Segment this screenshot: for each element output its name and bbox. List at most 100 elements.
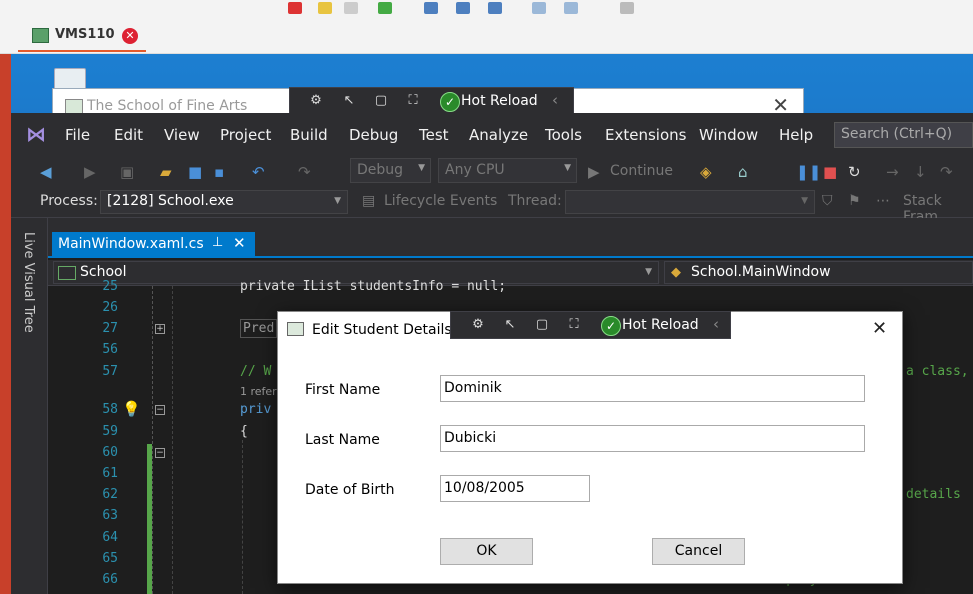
filter-icon[interactable]: ⛉ (822, 193, 833, 209)
date-of-birth-field[interactable]: 10/08/2005 (440, 475, 590, 502)
adorner-icon[interactable]: ▢ (532, 316, 552, 334)
hot-reload-icon[interactable]: ✓ (601, 316, 621, 336)
member-nav-select[interactable]: ◆ School.MainWindow (664, 261, 973, 284)
adorner-icon[interactable]: ▢ (371, 92, 391, 110)
menu-tools[interactable]: Tools (545, 126, 582, 144)
redo-icon[interactable]: ↷ (298, 163, 311, 181)
settings-icon[interactable] (488, 2, 502, 14)
pointer-icon[interactable]: ↖ (339, 92, 359, 110)
hot-reload-flame-icon[interactable]: ◈ (700, 163, 712, 181)
vm-tab-close-icon[interactable]: ✕ (122, 28, 138, 44)
collapsed-region[interactable]: Pred (240, 319, 278, 338)
menu-edit[interactable]: Edit (114, 126, 143, 144)
vm-tab[interactable]: VMS110 ✕ (18, 18, 146, 52)
record-icon[interactable] (288, 2, 302, 14)
open-folder-icon[interactable]: ▰ (160, 163, 172, 181)
track-focus-icon[interactable]: ⛶ (403, 92, 423, 110)
pointer-icon[interactable]: ↖ (500, 316, 520, 334)
console-icon[interactable] (620, 2, 634, 14)
live-visual-tree-panel[interactable]: Live Visual Tree (11, 218, 48, 594)
line-number: 65 (102, 551, 118, 566)
dialog-close-icon[interactable]: ✕ (872, 318, 887, 339)
line-number: 60 (102, 445, 118, 460)
tab-close-icon[interactable]: ✕ (233, 234, 246, 252)
save-all-icon[interactable]: ▪ (214, 163, 224, 181)
menu-project[interactable]: Project (220, 126, 271, 144)
collapse-chevron-icon[interactable]: ‹ (552, 91, 558, 109)
line-number: 61 (102, 466, 118, 481)
collapse-icon[interactable]: − (155, 405, 165, 415)
forward-icon[interactable]: ▶ (84, 163, 96, 181)
indent-guide (152, 286, 153, 594)
menu-view[interactable]: View (164, 126, 200, 144)
expand-icon[interactable]: + (155, 324, 165, 334)
codelens-references[interactable]: 1 refer (240, 385, 277, 398)
hot-reload-label[interactable]: Hot Reload (461, 93, 538, 109)
configuration-value: Debug (357, 162, 404, 178)
code-comment: details (906, 487, 961, 502)
platform-select[interactable]: Any CPU ▼ (438, 158, 577, 183)
live-visual-tree-label[interactable]: Live Visual Tree (21, 232, 36, 333)
menu-build[interactable]: Build (290, 126, 328, 144)
snapshot-icon[interactable] (424, 2, 438, 14)
stack-icon[interactable]: ⋯ (876, 193, 890, 209)
process-select[interactable]: [2128] School.exe ▼ (100, 190, 348, 214)
folder-icon[interactable] (318, 2, 332, 14)
pointer-icon[interactable] (344, 2, 358, 14)
snapshot-manager-icon[interactable] (456, 2, 470, 14)
show-next-statement-icon[interactable]: → (886, 163, 899, 181)
view-icon[interactable] (532, 2, 546, 14)
pause-icon[interactable]: ❚❚ (796, 163, 821, 181)
collapse-icon[interactable]: − (155, 448, 165, 458)
select-element-icon[interactable]: ⚙ (306, 92, 326, 110)
continue-button[interactable]: Continue (610, 163, 673, 179)
undo-icon[interactable]: ↶ (252, 163, 265, 181)
search-input[interactable]: Search (Ctrl+Q) (834, 122, 973, 148)
restart-icon[interactable]: ↻ (848, 163, 861, 181)
lifecycle-events-button[interactable]: Lifecycle Events (384, 193, 497, 209)
browse-icon[interactable]: ⌂ (738, 163, 748, 181)
pin-icon[interactable]: ⊥ (212, 235, 223, 250)
menu-window[interactable]: Window (699, 126, 758, 144)
member-nav-value: School.MainWindow (691, 264, 831, 280)
track-focus-icon[interactable]: ⛶ (564, 316, 584, 334)
tab-mainwindow-xaml-cs[interactable]: MainWindow.xaml.cs ⊥ ✕ (52, 232, 255, 258)
continue-icon[interactable]: ▶ (588, 163, 600, 181)
fullscreen-icon[interactable] (564, 2, 578, 14)
status-icon[interactable] (378, 2, 392, 14)
line-number: 26 (102, 300, 118, 315)
step-over-icon[interactable]: ↷ (940, 163, 953, 181)
menu-debug[interactable]: Debug (349, 126, 398, 144)
stop-icon[interactable]: ■ (823, 163, 837, 181)
flag-icon[interactable]: ⚑ (848, 193, 861, 209)
hot-reload-toolbar: ⚙ ↖ ▢ ⛶ ✓ Hot Reload ‹ (289, 87, 574, 115)
code-comment: // W (240, 364, 272, 379)
cancel-button[interactable]: Cancel (652, 538, 745, 565)
step-into-icon[interactable]: ↓ (914, 163, 927, 181)
back-icon[interactable]: ◀ (40, 163, 52, 181)
hot-reload-label[interactable]: Hot Reload (622, 317, 699, 333)
menu-file[interactable]: File (65, 126, 90, 144)
menu-analyze[interactable]: Analyze (469, 126, 528, 144)
save-icon[interactable]: ■ (188, 163, 202, 181)
new-project-icon[interactable]: ▣ (120, 163, 134, 181)
menu-test[interactable]: Test (419, 126, 449, 144)
collapse-chevron-icon[interactable]: ‹ (713, 315, 719, 333)
lifecycle-icon[interactable]: ▤ (362, 193, 375, 209)
last-name-field[interactable]: Dubicki (440, 425, 865, 452)
thread-select[interactable]: ▼ (565, 190, 815, 214)
line-number: 58 (102, 402, 118, 417)
line-number: 64 (102, 530, 118, 545)
change-margin (147, 444, 152, 594)
ok-button[interactable]: OK (440, 538, 533, 565)
first-name-field[interactable]: Dominik (440, 375, 865, 402)
select-element-icon[interactable]: ⚙ (468, 316, 488, 334)
lightbulb-icon[interactable]: 💡 (122, 400, 141, 418)
vm-icon (32, 28, 49, 43)
platform-value: Any CPU (445, 162, 505, 178)
configuration-select[interactable]: Debug ▼ (350, 158, 431, 183)
process-value: [2128] School.exe (107, 193, 234, 209)
hot-reload-icon[interactable]: ✓ (440, 92, 460, 112)
menu-help[interactable]: Help (779, 126, 813, 144)
menu-extensions[interactable]: Extensions (605, 126, 686, 144)
